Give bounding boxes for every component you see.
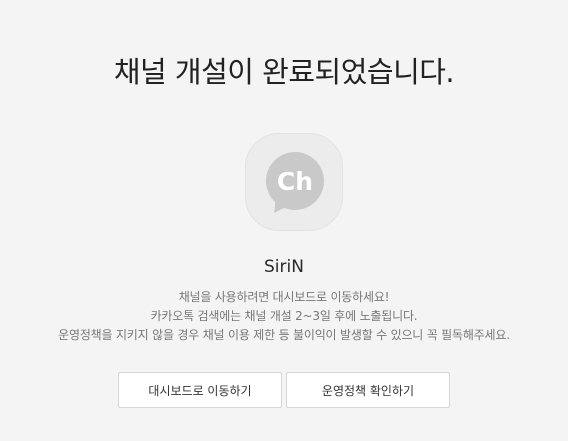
kakao-channel-ch-icon: Ch [266, 152, 324, 213]
channel-profile-image: Ch [245, 133, 343, 231]
page-title: 채널 개설이 완료되었습니다. [113, 55, 455, 89]
channel-name: SiriN [264, 257, 304, 277]
go-to-dashboard-button[interactable]: 대시보드로 이동하기 [118, 372, 282, 408]
description-line: 카카오톡 검색에는 채널 개설 2~3일 후에 노출됩니다. [150, 309, 418, 323]
channel-created-page: 채널 개설이 완료되었습니다. Ch SiriN 채널을 사용하려면 대시보드로… [0, 0, 568, 441]
action-buttons: 대시보드로 이동하기 운영정책 확인하기 [0, 372, 568, 408]
ch-icon-text: Ch [277, 167, 313, 196]
description-line: 채널을 사용하려면 대시보드로 이동하세요! [178, 290, 390, 304]
description-line: 운영정책을 지키지 않을 경우 채널 이용 제한 등 불이익이 발생할 수 있으… [58, 328, 510, 342]
description-block: 채널을 사용하려면 대시보드로 이동하세요! 카카오톡 검색에는 채널 개설 2… [0, 288, 568, 345]
view-policy-button[interactable]: 운영정책 확인하기 [286, 372, 450, 408]
